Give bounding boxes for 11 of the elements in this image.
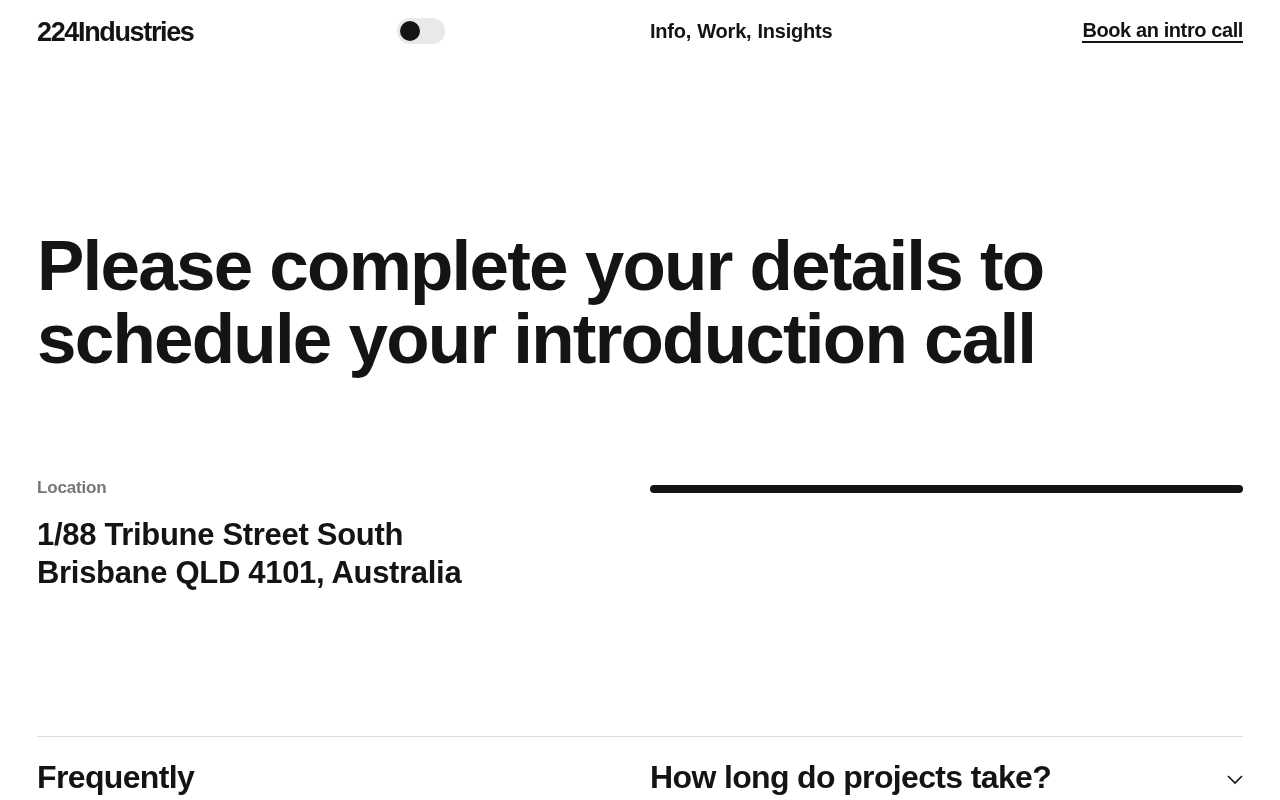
theme-toggle[interactable] — [397, 18, 445, 44]
nav-link[interactable]: Info, — [650, 19, 692, 43]
intro-call-link[interactable]: Book an intro call — [1082, 19, 1243, 43]
nav-link[interactable]: Insights — [757, 19, 833, 43]
logo[interactable]: 224Industries — [37, 16, 194, 48]
toggle-knob-icon — [400, 21, 420, 41]
location-label: Location — [37, 478, 108, 498]
address-line: Brisbane QLD 4101, Australia — [37, 554, 463, 592]
address-line: 1/88 Tribune Street South — [37, 516, 405, 554]
chevron-icon — [1227, 775, 1243, 785]
nav-link[interactable]: Work, — [697, 19, 752, 43]
